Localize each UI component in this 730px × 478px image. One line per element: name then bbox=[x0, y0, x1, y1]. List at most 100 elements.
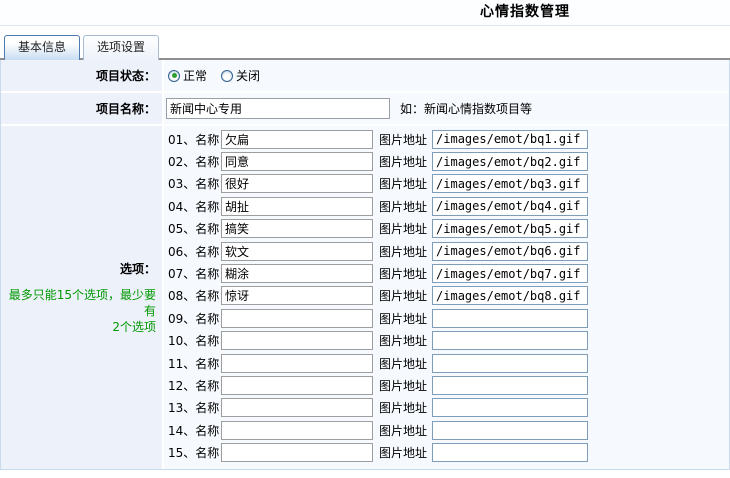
option-row: 07、名称 图片地址 bbox=[167, 262, 589, 284]
project-name-label-cell: 项目名称： bbox=[1, 93, 164, 124]
image-url-input[interactable] bbox=[432, 443, 589, 463]
status-radio-label: 正常 bbox=[183, 69, 208, 83]
option-name-input[interactable] bbox=[221, 398, 373, 418]
image-url-input[interactable] bbox=[432, 196, 589, 216]
project-status-value-cell: 正常 关闭 bbox=[164, 60, 729, 91]
tab-basic-info[interactable]: 基本信息 bbox=[4, 35, 81, 60]
option-number-label: 08、名称 bbox=[168, 289, 220, 304]
option-number-label: 09、名称 bbox=[168, 311, 220, 326]
option-name-input[interactable] bbox=[221, 219, 373, 239]
image-url-input[interactable] bbox=[432, 308, 589, 328]
image-url-label: 图片地址 bbox=[379, 199, 428, 214]
image-url-label: 图片地址 bbox=[379, 356, 428, 371]
status-radio-option-0[interactable]: 正常 bbox=[168, 67, 207, 84]
mood-index-admin-page: 心情指数管理 基本信息选项设置 项目状态： 正常 关闭 项目名称： 如：新闻心情指… bbox=[0, 0, 730, 478]
form-panel: 项目状态： 正常 关闭 项目名称： 如：新闻心情指数项目等 选项： 最多只能15个… bbox=[0, 60, 730, 470]
option-name-input[interactable] bbox=[221, 129, 373, 149]
option-name-input[interactable] bbox=[221, 152, 373, 172]
image-url-label: 图片地址 bbox=[379, 267, 428, 282]
option-name-input[interactable] bbox=[221, 264, 373, 284]
image-url-input[interactable] bbox=[432, 174, 589, 194]
radio-selected-icon[interactable] bbox=[168, 69, 180, 82]
project-status-label: 项目状态： bbox=[95, 69, 156, 83]
page-title: 心情指数管理 bbox=[480, 4, 570, 20]
option-row: 10、名称 图片地址 bbox=[167, 330, 589, 352]
option-row: 02、名称 图片地址 bbox=[167, 150, 589, 172]
option-number-label: 10、名称 bbox=[168, 334, 220, 349]
image-url-input[interactable] bbox=[432, 375, 589, 395]
option-name-input[interactable] bbox=[221, 375, 373, 395]
option-name-input[interactable] bbox=[221, 420, 373, 440]
image-url-input[interactable] bbox=[432, 219, 589, 239]
image-url-input[interactable] bbox=[432, 241, 589, 261]
option-name-input[interactable] bbox=[221, 241, 373, 261]
options-label-cell: 选项： 最多只能15个选项，最少要有 2个选项 bbox=[1, 126, 164, 469]
image-url-label: 图片地址 bbox=[379, 132, 428, 147]
status-radio-label: 关闭 bbox=[236, 69, 261, 83]
option-number-label: 02、名称 bbox=[168, 155, 220, 170]
status-radio-option-1[interactable]: 关闭 bbox=[221, 67, 260, 84]
option-row: 03、名称 图片地址 bbox=[167, 173, 589, 195]
options-hint-line1: 最多只能15个选项，最少要有 bbox=[8, 288, 156, 318]
image-url-input[interactable] bbox=[432, 152, 589, 172]
image-url-label: 图片地址 bbox=[379, 244, 428, 259]
project-name-row: 项目名称： 如：新闻心情指数项目等 bbox=[1, 93, 729, 126]
project-name-input[interactable] bbox=[166, 98, 390, 119]
project-status-label-cell: 项目状态： bbox=[1, 60, 164, 91]
image-url-label: 图片地址 bbox=[379, 289, 428, 304]
option-number-label: 03、名称 bbox=[168, 177, 220, 192]
option-number-label: 12、名称 bbox=[168, 378, 220, 393]
image-url-label: 图片地址 bbox=[379, 401, 428, 416]
tab-bar: 基本信息 选项设置 bbox=[0, 35, 730, 60]
option-name-input[interactable] bbox=[221, 308, 373, 328]
image-url-label: 图片地址 bbox=[379, 177, 428, 192]
image-url-label: 图片地址 bbox=[379, 446, 428, 461]
option-name-input[interactable] bbox=[221, 443, 373, 463]
option-row: 15、名称 图片地址 bbox=[167, 441, 589, 463]
option-row: 05、名称 图片地址 bbox=[167, 218, 589, 240]
image-url-label: 图片地址 bbox=[379, 423, 428, 438]
project-name-label: 项目名称： bbox=[95, 102, 156, 116]
option-row: 08、名称 图片地址 bbox=[167, 285, 589, 307]
project-status-row: 项目状态： 正常 关闭 bbox=[1, 60, 729, 93]
image-url-label: 图片地址 bbox=[379, 222, 428, 237]
option-name-input[interactable] bbox=[221, 353, 373, 373]
option-number-label: 15、名称 bbox=[168, 446, 220, 461]
image-url-label: 图片地址 bbox=[379, 334, 428, 349]
image-url-label: 图片地址 bbox=[379, 378, 428, 393]
option-number-label: 07、名称 bbox=[168, 267, 220, 282]
image-url-input[interactable] bbox=[432, 331, 589, 351]
options-value-cell: 01、名称图片地址02、名称图片地址03、名称图片地址04、名称图片地址05、名… bbox=[164, 126, 729, 469]
image-url-input[interactable] bbox=[432, 286, 589, 306]
option-row: 01、名称 图片地址 bbox=[167, 128, 589, 150]
option-row: 06、名称 图片地址 bbox=[167, 240, 589, 262]
page-header: 心情指数管理 bbox=[0, 0, 730, 26]
radio-unselected-icon[interactable] bbox=[221, 69, 234, 82]
image-url-input[interactable] bbox=[432, 420, 589, 440]
option-name-input[interactable] bbox=[221, 174, 373, 194]
image-url-label: 图片地址 bbox=[379, 155, 428, 170]
option-number-label: 13、名称 bbox=[168, 401, 220, 416]
image-url-label: 图片地址 bbox=[379, 311, 428, 326]
option-name-input[interactable] bbox=[221, 331, 373, 351]
image-url-input[interactable] bbox=[432, 398, 589, 418]
option-number-label: 06、名称 bbox=[168, 244, 220, 259]
option-name-input[interactable] bbox=[221, 286, 373, 306]
options-row: 选项： 最多只能15个选项，最少要有 2个选项 01、名称图片地址02、名称图片… bbox=[1, 126, 729, 469]
option-number-label: 11、名称 bbox=[168, 356, 220, 371]
image-url-input[interactable] bbox=[432, 264, 589, 284]
options-hint-line2: 2个选项 bbox=[112, 320, 156, 334]
option-name-input[interactable] bbox=[221, 196, 373, 216]
project-name-value-cell: 如：新闻心情指数项目等 bbox=[164, 93, 729, 124]
options-list: 01、名称图片地址02、名称图片地址03、名称图片地址04、名称图片地址05、名… bbox=[164, 126, 589, 467]
image-url-input[interactable] bbox=[432, 353, 589, 373]
option-number-label: 01、名称 bbox=[168, 132, 220, 147]
tab-option-settings[interactable]: 选项设置 bbox=[83, 35, 160, 60]
option-row: 04、名称 图片地址 bbox=[167, 195, 589, 217]
option-row: 13、名称 图片地址 bbox=[167, 397, 589, 419]
option-number-label: 14、名称 bbox=[168, 423, 220, 438]
option-row: 09、名称 图片地址 bbox=[167, 307, 589, 329]
project-name-hint: 如：新闻心情指数项目等 bbox=[400, 102, 533, 116]
image-url-input[interactable] bbox=[432, 129, 589, 149]
option-number-label: 04、名称 bbox=[168, 199, 220, 214]
